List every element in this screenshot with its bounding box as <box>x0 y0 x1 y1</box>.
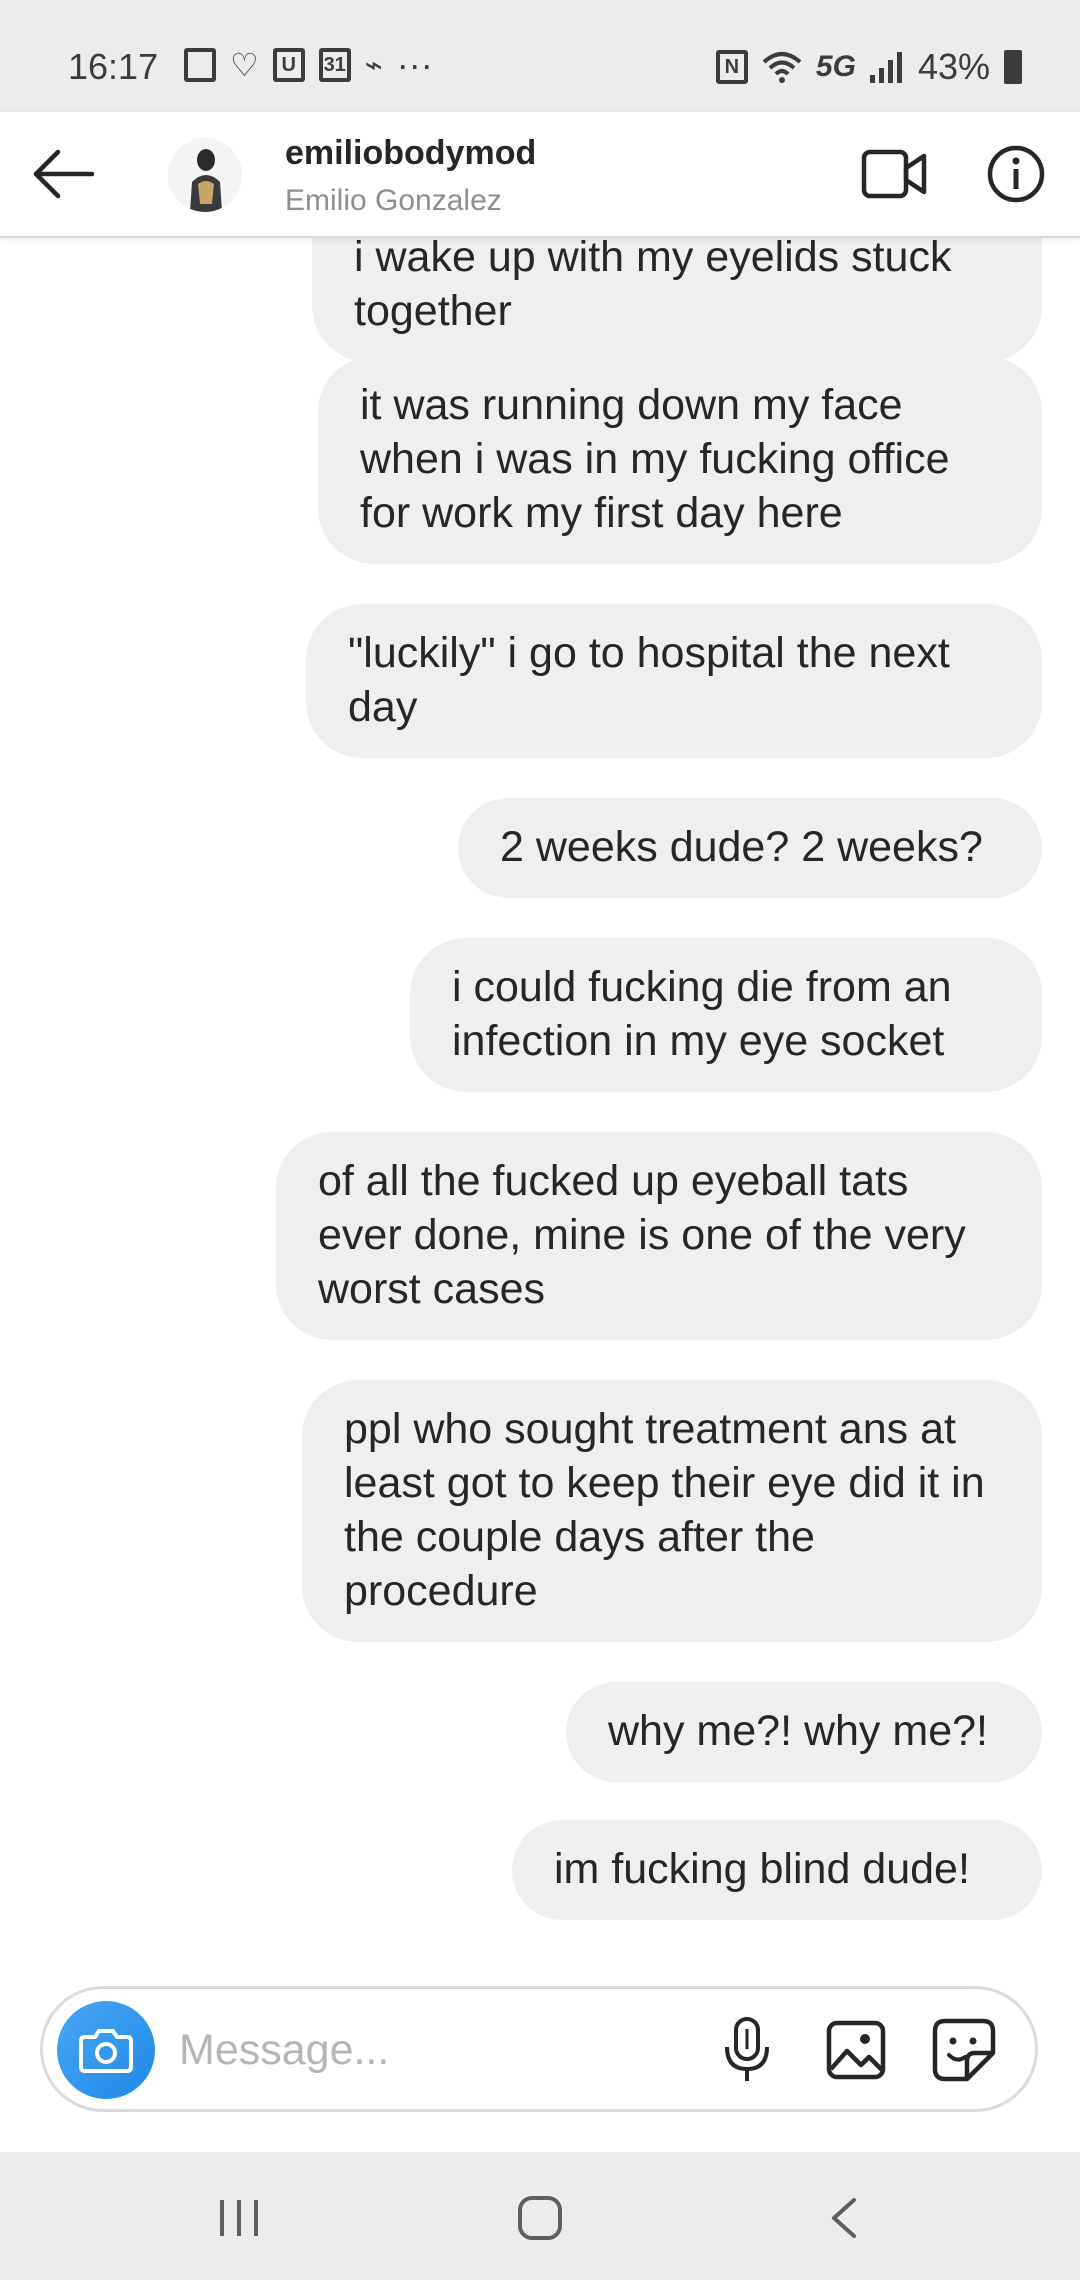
image-icon[interactable] <box>825 2019 887 2081</box>
status-time: 16:17 <box>68 46 159 87</box>
message-text: of all the fucked up eyeball tats ever d… <box>318 1157 966 1313</box>
message-text: im fucking blind dude! <box>554 1845 970 1893</box>
message-composer <box>40 1986 1038 2112</box>
info-icon[interactable] <box>986 144 1046 204</box>
system-icons: N 5G 43% <box>715 46 1022 88</box>
chevron-left-icon[interactable] <box>826 2196 862 2240</box>
iheart-icon: ♡ <box>230 47 259 83</box>
message-bubble[interactable]: of all the fucked up eyeball tats ever d… <box>276 1132 1042 1340</box>
message-bubble[interactable]: i wake up with my eyelids stuck together <box>312 236 1042 362</box>
battery-percent: 43% <box>917 46 990 87</box>
message-thread[interactable]: i wake up with my eyelids stuck together… <box>0 236 1080 1956</box>
battery-icon <box>1004 50 1022 84</box>
chat-header: emiliobodymod Emilio Gonzalez <box>0 112 1080 238</box>
avatar[interactable] <box>168 138 242 212</box>
u-app-icon: U <box>272 48 305 82</box>
status-bar: 16:17 ♡ U 31 ⌁ ··· N 5G 43% <box>0 0 1080 112</box>
shoe-icon: ⌁ <box>364 48 383 82</box>
camera-button[interactable] <box>57 2001 155 2099</box>
wifi-icon <box>762 52 802 83</box>
calendar-icon: 31 <box>318 48 351 82</box>
arrow-left-icon[interactable] <box>28 142 98 206</box>
message-bubble[interactable]: "luckily" i go to hospital the next day <box>306 604 1042 758</box>
nfc-icon: N <box>715 50 748 84</box>
message-text: ppl who sought treatment ans at least go… <box>344 1405 985 1615</box>
message-bubble[interactable]: ppl who sought treatment ans at least go… <box>302 1380 1042 1642</box>
message-bubble[interactable]: it was running down my face when i was i… <box>318 356 1042 564</box>
camera-icon <box>79 2029 133 2073</box>
video-camera-icon[interactable] <box>860 142 930 206</box>
network-type: 5G <box>815 50 856 83</box>
message-bubble[interactable]: 2 weeks dude? 2 weeks? <box>458 798 1042 898</box>
calculator-icon <box>184 48 216 82</box>
signal-icon <box>869 52 902 83</box>
more-notifications-icon: ··· <box>396 44 433 85</box>
recents-icon[interactable] <box>216 2198 262 2238</box>
home-icon[interactable] <box>516 2194 564 2242</box>
system-nav-bar <box>0 2152 1080 2280</box>
message-bubble[interactable]: i could fucking die from an infection in… <box>410 938 1042 1092</box>
message-text: "luckily" i go to hospital the next day <box>348 629 950 731</box>
message-text: i wake up with my eyelids stuck together <box>354 236 952 335</box>
message-input[interactable] <box>177 2017 741 2083</box>
message-text: why me?! why me?! <box>608 1707 988 1755</box>
message-text: 2 weeks dude? 2 weeks? <box>500 823 983 871</box>
person-silhouette-icon <box>168 138 242 212</box>
message-bubble[interactable]: im fucking blind dude! <box>512 1820 1042 1920</box>
microphone-icon[interactable] <box>719 2015 775 2085</box>
message-text: i could fucking die from an infection in… <box>452 963 952 1065</box>
sticker-icon[interactable] <box>931 2017 997 2083</box>
header-full-name: Emilio Gonzalez <box>285 184 502 217</box>
message-bubble[interactable]: why me?! why me?! <box>566 1682 1042 1782</box>
notification-icons: ♡ U 31 ⌁ ··· <box>184 44 433 86</box>
header-username[interactable]: emiliobodymod <box>285 134 536 173</box>
message-text: it was running down my face when i was i… <box>360 381 950 537</box>
